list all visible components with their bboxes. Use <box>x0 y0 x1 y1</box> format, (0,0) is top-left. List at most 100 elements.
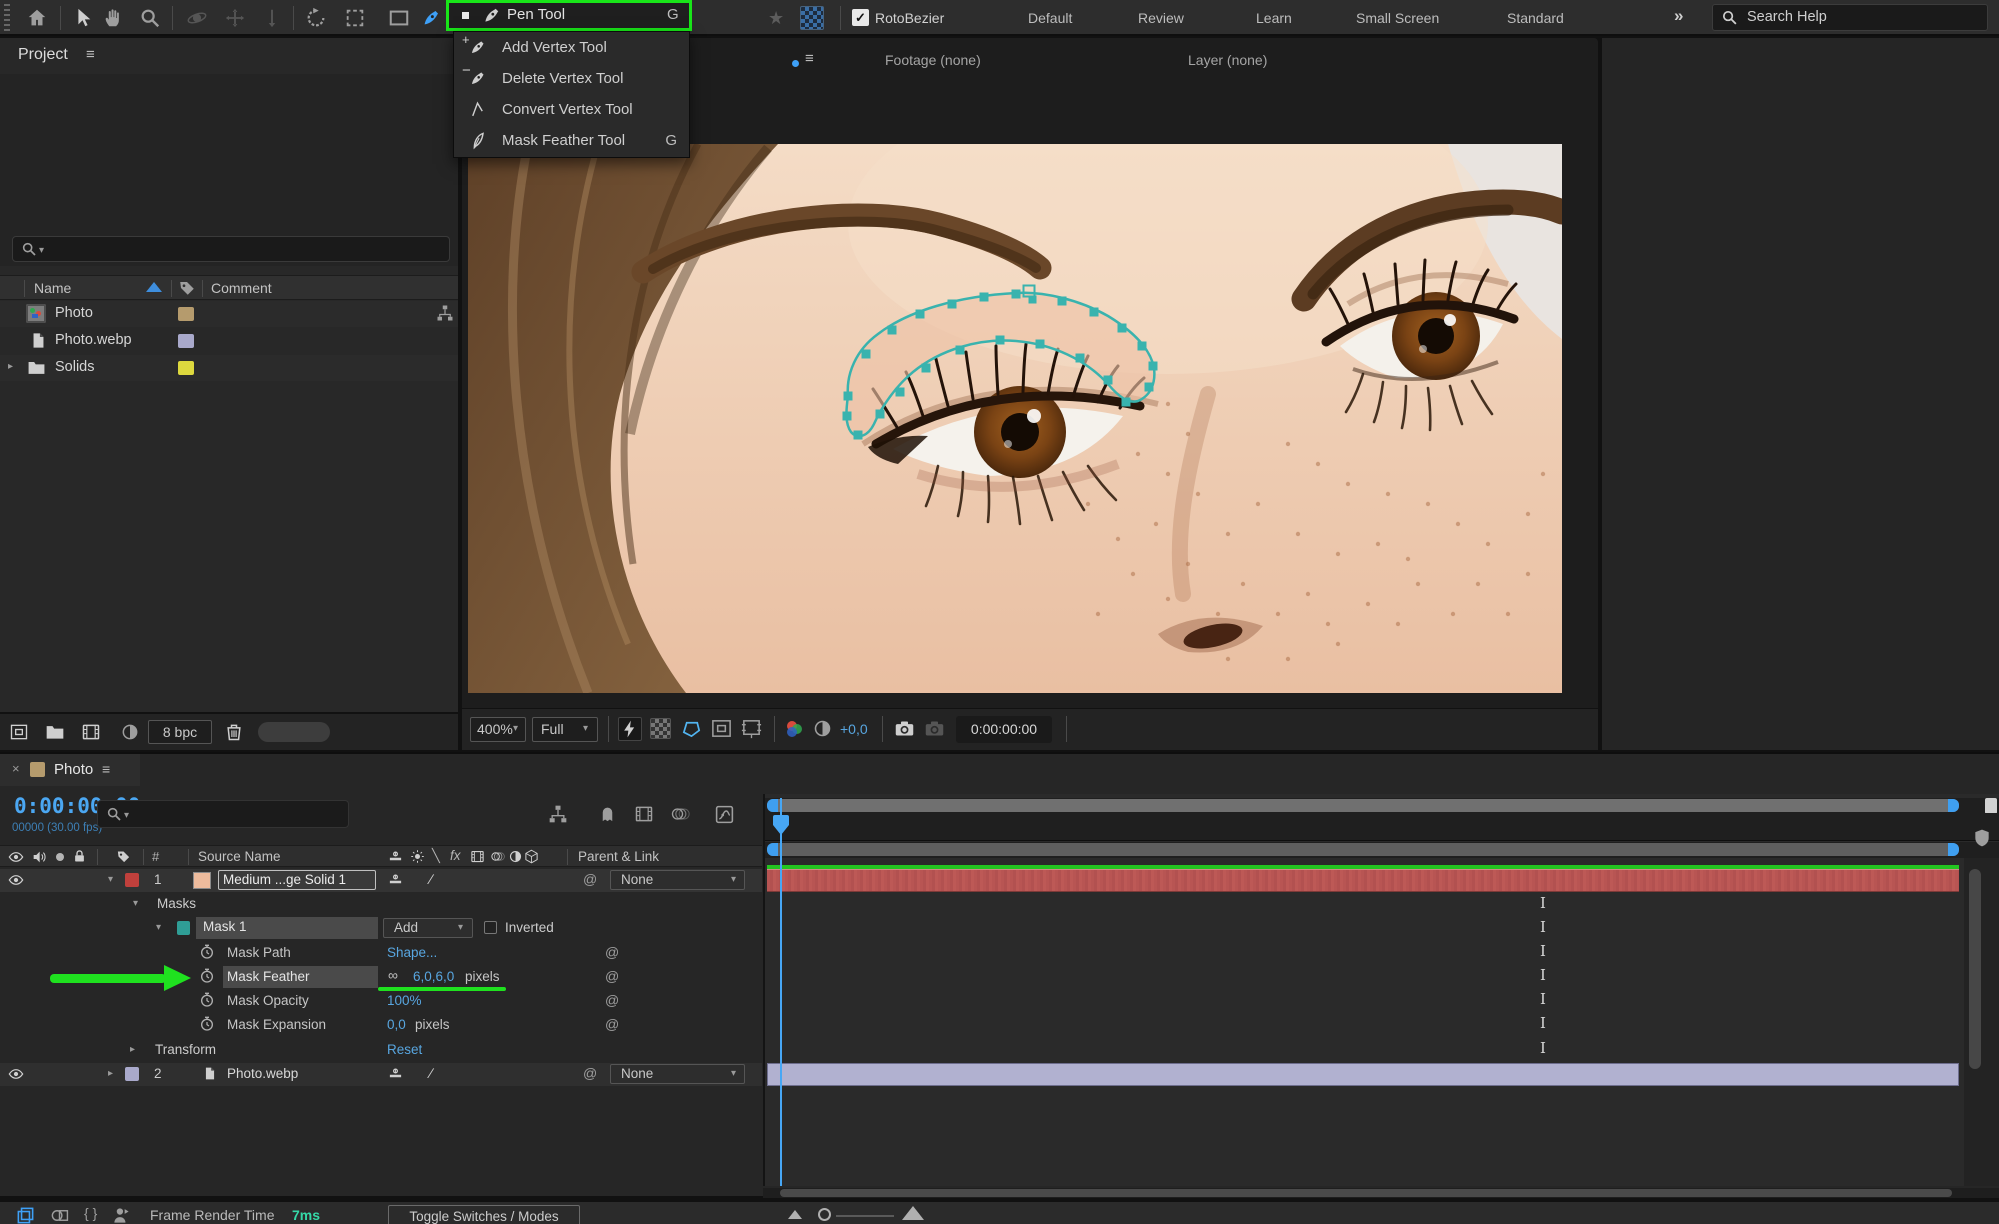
delete-trash-button[interactable] <box>224 721 244 743</box>
work-area-bar[interactable] <box>767 843 1959 856</box>
draft-3d-icon[interactable] <box>598 804 617 824</box>
expand-chevron-icon[interactable]: ▸ <box>8 361 13 372</box>
parent-dropdown[interactable]: None ▾ <box>610 1064 745 1084</box>
more-workspaces-chevron[interactable]: » <box>1674 6 1683 26</box>
graph-editor-icon[interactable] <box>714 804 735 825</box>
stopwatch-icon[interactable] <box>199 968 215 984</box>
label-color-chip[interactable] <box>178 334 194 348</box>
magnification-dropdown[interactable]: 400% ▾ <box>470 717 526 742</box>
inverted-checkbox[interactable] <box>484 921 497 934</box>
selection-tool[interactable] <box>72 7 94 29</box>
exposure-icon[interactable] <box>812 718 833 739</box>
timeline-navigator-bar[interactable] <box>767 799 1959 812</box>
transform-reset[interactable]: Reset <box>387 1042 422 1057</box>
work-area-right-handle[interactable] <box>1948 843 1959 856</box>
pen-tool-selected[interactable]: Pen Tool G <box>446 0 692 31</box>
mask-visibility-icon[interactable] <box>680 717 703 740</box>
search-options-chevron[interactable]: ▾ <box>39 245 44 256</box>
shy-switch-icon[interactable] <box>388 1066 403 1081</box>
stopwatch-icon[interactable] <box>199 1016 215 1032</box>
view-layout-icon[interactable] <box>740 717 763 740</box>
source-name-column-header[interactable]: Source Name <box>198 849 281 864</box>
expand-layers-icon[interactable] <box>16 1206 35 1224</box>
parent-pickwhip-icon[interactable]: @ <box>583 871 597 887</box>
expand-chevron-icon[interactable]: ▸ <box>130 1044 135 1055</box>
frame-blending-icon[interactable] <box>634 804 654 824</box>
layer-row-2[interactable]: ▸ 2 Photo.webp ∕ @ None ▾ <box>0 1063 762 1086</box>
resolution-dropdown[interactable]: Full ▾ <box>532 717 598 742</box>
layer-label-color[interactable] <box>125 873 139 887</box>
column-header-comment[interactable]: Comment <box>211 280 272 296</box>
menu-item-mask-feather[interactable]: Mask Feather Tool G <box>454 125 691 156</box>
color-depth-icon[interactable] <box>120 722 140 742</box>
rectangle-tool[interactable] <box>388 7 410 29</box>
viewer-timecode-box[interactable]: 0:00:00:00 <box>956 716 1052 743</box>
pen-tool-button[interactable] <box>420 7 442 29</box>
mask-opacity-row[interactable]: Mask Opacity 100% @ <box>0 990 762 1013</box>
pickwhip-icon[interactable]: @ <box>605 968 619 984</box>
address-person-icon[interactable] <box>112 1206 131 1224</box>
menu-item-convert-vertex[interactable]: Convert Vertex Tool <box>454 94 691 125</box>
expand-chevron-icon[interactable]: ▾ <box>108 874 113 885</box>
layer1-duration-bar[interactable] <box>767 869 1959 892</box>
layer-label-color[interactable] <box>125 1067 139 1081</box>
menu-item-add-vertex[interactable]: + Add Vertex Tool <box>454 32 691 63</box>
layer-name-box[interactable]: Medium ...ge Solid 1 <box>218 870 376 890</box>
mask-path-row[interactable]: Mask Path Shape... @ <box>0 942 762 965</box>
exposure-value[interactable]: +0,0 <box>840 721 868 737</box>
navigator-left-handle[interactable] <box>767 799 778 812</box>
layer-visibility-eye-icon[interactable] <box>8 872 24 888</box>
mask1-row[interactable]: ▾ Mask 1 Add ▾ Inverted <box>0 917 762 940</box>
timeline-tab[interactable]: × Photo ≡ <box>0 754 140 786</box>
label-column-tag-icon[interactable] <box>178 279 196 297</box>
layer-visibility-eye-icon[interactable] <box>8 1066 24 1082</box>
expression-braces-icon[interactable]: { } <box>84 1205 97 1221</box>
rotobezier-checkbox[interactable]: ✓ <box>852 9 869 26</box>
navigator-right-handle[interactable] <box>1948 799 1959 812</box>
show-snapshot-icon[interactable] <box>924 718 945 739</box>
project-search-box[interactable]: ▾ <box>12 236 450 262</box>
project-row-solids[interactable]: ▸ Solids <box>0 355 458 381</box>
region-of-interest-icon[interactable] <box>710 717 733 740</box>
masks-group-row[interactable]: ▾ Masks <box>0 893 762 916</box>
layer-row-1[interactable]: ▾ 1 Medium ...ge Solid 1 ∕ @ None ▾ <box>0 869 762 892</box>
quality-switch-icon[interactable]: ∕ <box>430 1065 432 1081</box>
rotation-tool[interactable] <box>305 7 327 29</box>
mask-mode-dropdown[interactable]: Add ▾ <box>383 918 473 938</box>
composition-viewport[interactable] <box>468 144 1562 693</box>
search-options-chevron[interactable]: ▾ <box>124 810 129 821</box>
mask-expansion-row[interactable]: Mask Expansion 0,0 pixels @ <box>0 1014 762 1037</box>
motion-blur-icon[interactable] <box>670 804 690 824</box>
tab-layer[interactable]: Layer (none) <box>1188 52 1267 68</box>
channel-rgb-icon[interactable] <box>784 719 804 739</box>
mask-color-chip[interactable] <box>177 921 190 935</box>
playhead-line[interactable] <box>780 798 782 1186</box>
toggle-switches-modes-button[interactable]: Toggle Switches / Modes <box>388 1205 580 1224</box>
project-row-photo-webp[interactable]: Photo.webp <box>0 328 458 354</box>
horizontal-scrollbar[interactable] <box>258 722 330 742</box>
menu-item-delete-vertex[interactable]: − Delete Vertex Tool <box>454 63 691 94</box>
hand-tool[interactable] <box>102 7 124 29</box>
pickwhip-icon[interactable]: @ <box>605 1016 619 1032</box>
transform-row[interactable]: ▸ Transform Reset <box>0 1039 762 1062</box>
stopwatch-icon[interactable] <box>199 992 215 1008</box>
parent-link-column-header[interactable]: Parent & Link <box>578 849 659 864</box>
navigator-corner-button[interactable] <box>1985 798 1997 814</box>
live-update-icon[interactable] <box>50 1206 69 1224</box>
stopwatch-icon[interactable] <box>199 944 215 960</box>
zoom-in-mountain-icon[interactable] <box>902 1206 924 1220</box>
zoom-tool[interactable] <box>139 7 161 29</box>
workspace-tab-small-screen[interactable]: Small Screen <box>1356 10 1439 26</box>
orbit-camera-tool[interactable] <box>186 7 208 29</box>
transparency-grid-icon[interactable] <box>650 718 671 739</box>
vertical-scrollbar-thumb[interactable] <box>1969 869 1981 1069</box>
shy-switch-icon[interactable] <box>388 872 403 887</box>
timeline-menu-icon[interactable]: ≡ <box>102 761 110 777</box>
layer2-duration-bar[interactable] <box>767 1063 1959 1086</box>
zoom-out-mountain-icon[interactable] <box>788 1210 802 1219</box>
dolly-camera-tool[interactable] <box>261 7 283 29</box>
pickwhip-icon[interactable]: @ <box>605 992 619 1008</box>
favorite-star-icon[interactable]: ★ <box>768 8 784 29</box>
timeline-hscrollbar-thumb[interactable] <box>780 1189 1952 1197</box>
project-row-photo[interactable]: Photo <box>0 301 458 327</box>
